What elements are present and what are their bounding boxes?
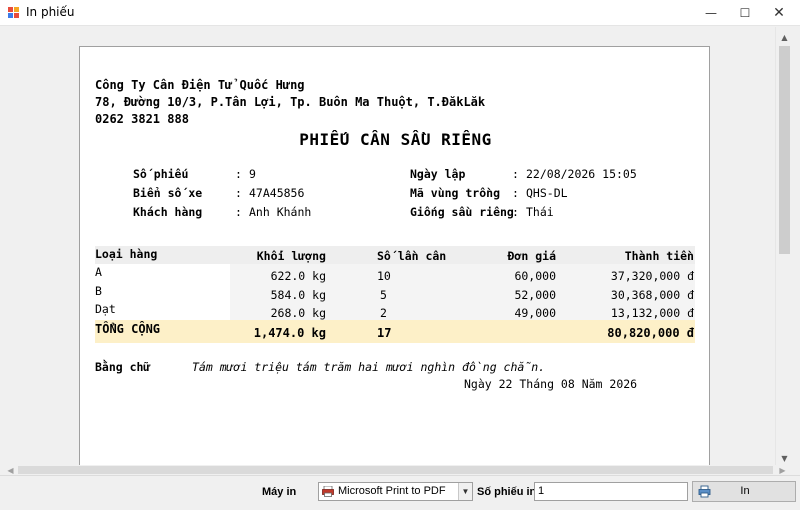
colon: : (235, 167, 242, 181)
col-header-item: Loại hàng (95, 247, 158, 261)
table-cell: 49,000 (514, 306, 556, 320)
window-title: In phiếu (26, 5, 75, 19)
table-cell: A (95, 265, 102, 279)
table-cell: 2 (380, 306, 387, 320)
printer-icon (322, 486, 334, 497)
title-bar: In phiếu — ☐ ✕ (0, 0, 800, 26)
colon: : (512, 167, 519, 181)
close-button[interactable]: ✕ (762, 0, 796, 26)
company-address: 78, Đường 10/3, P.Tân Lợi, Tp. Buôn Ma T… (95, 95, 486, 109)
total-count: 17 (377, 326, 392, 340)
table-cell: 584.0 kg (270, 288, 326, 302)
created-date-label: Ngày lập (410, 167, 466, 181)
page-title: PHIẾU CÂN SẦU RIÊNG (299, 130, 492, 149)
customer-value: Anh Khánh (249, 205, 312, 219)
col-header-count: Số lần cân (377, 249, 447, 263)
table-cell: 37,320,000 đ (610, 269, 694, 283)
table-cell: 52,000 (514, 288, 556, 302)
customer-label: Khách hàng (133, 205, 203, 219)
printer-select[interactable]: Microsoft Print to PDF ▼ (318, 482, 473, 501)
print-toolbar: Máy in Microsoft Print to PDF ▼ Số phiếu… (0, 475, 800, 510)
signing-date: Ngày 22 Tháng 08 Năm 2026 (464, 377, 638, 391)
horizontal-scrollbar[interactable]: ◀ ▶ (0, 465, 792, 475)
maximize-button[interactable]: ☐ (728, 0, 762, 26)
chevron-down-icon[interactable]: ▼ (458, 483, 472, 500)
variety-label: Giống sầu riêng (410, 205, 514, 219)
table-cell: Dạt (95, 302, 116, 316)
report-viewer[interactable]: Công Ty Cân Điện Tử Quốc Hưng 78, Đường … (0, 27, 800, 475)
growing-area-value: QHS-DL (526, 186, 568, 200)
copies-input[interactable]: 1 (534, 482, 688, 501)
copies-label: Số phiếu in (477, 486, 537, 498)
in-words-label: Bằng chữ (95, 360, 151, 374)
total-amount: 80,820,000 đ (607, 326, 694, 340)
colon: : (512, 186, 519, 200)
created-date-value: 22/08/2026 15:05 (526, 167, 637, 181)
print-button-label: In (740, 485, 750, 497)
table-cell: 268.0 kg (270, 306, 326, 320)
variety-value: Thái (526, 205, 554, 219)
vertical-scroll-thumb[interactable] (779, 46, 790, 254)
vertical-scrollbar[interactable]: ▲ ▼ (775, 27, 792, 465)
in-words-value: Tám mươi triệu tám trăm hai mươi nghìn đ… (192, 360, 546, 374)
colon: : (512, 205, 519, 219)
printer-label: Máy in (262, 486, 297, 498)
total-weight: 1,474.0 kg (253, 326, 326, 340)
table-cell: 5 (380, 288, 387, 302)
col-header-amount: Thành tiền (624, 249, 694, 263)
scroll-up-icon[interactable]: ▲ (776, 29, 793, 46)
minimize-button[interactable]: — (694, 0, 728, 26)
printer-select-value: Microsoft Print to PDF (338, 485, 446, 497)
col-header-weight: Khối lượng (256, 249, 326, 263)
ticket-number-value: 9 (249, 167, 256, 181)
plate-number-label: Biển số xe (133, 186, 203, 200)
colon: : (235, 205, 242, 219)
colon: : (235, 186, 242, 200)
col-header-price: Đơn giá (507, 249, 556, 263)
table-cell: 10 (377, 269, 391, 283)
growing-area-label: Mã vùng trồng (410, 186, 501, 200)
company-name: Công Ty Cân Điện Tử Quốc Hưng (95, 78, 305, 92)
total-label: TỔNG CỘNG (95, 322, 161, 336)
table-cell: 622.0 kg (270, 269, 326, 283)
report-page: Công Ty Cân Điện Tử Quốc Hưng 78, Đường … (79, 46, 710, 475)
table-cell: B (95, 284, 102, 298)
table-cell: 30,368,000 đ (610, 288, 694, 302)
ticket-number-label: Số phiếu (133, 167, 189, 181)
plate-number-value: 47A45856 (249, 186, 305, 200)
table-cell: 13,132,000 đ (610, 306, 694, 320)
table-cell: 60,000 (514, 269, 556, 283)
company-phone: 0262 3821 888 (95, 112, 189, 126)
print-button[interactable]: In (692, 481, 796, 502)
app-icon (8, 7, 20, 19)
horizontal-scroll-thumb[interactable] (18, 466, 773, 474)
